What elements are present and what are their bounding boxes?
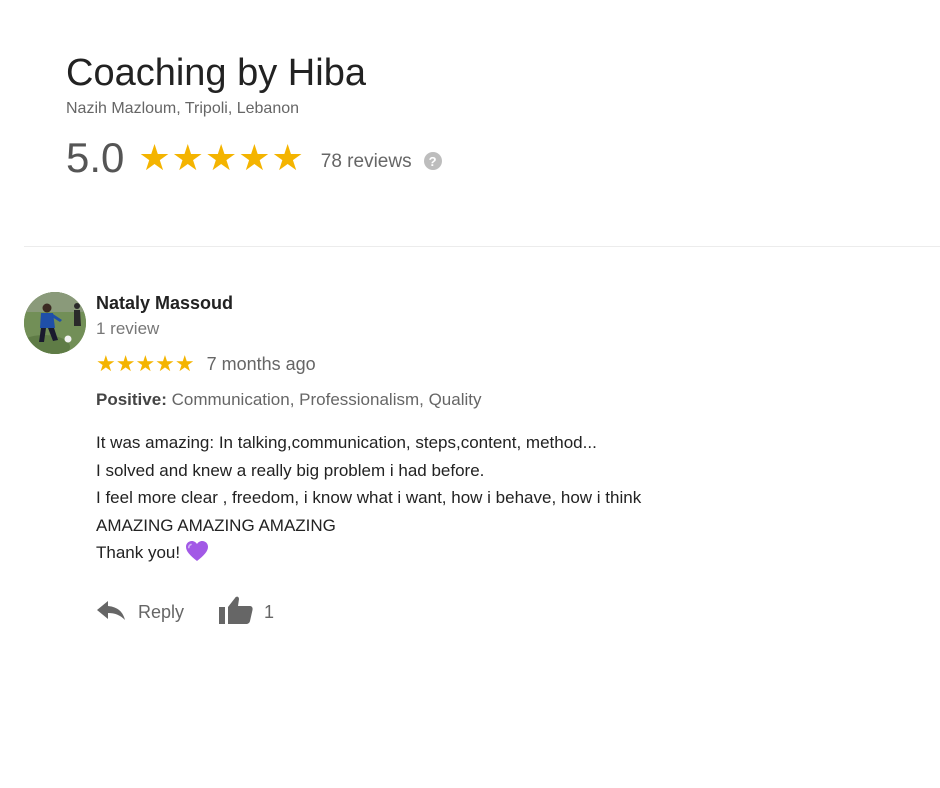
reply-button[interactable]: Reply xyxy=(96,599,184,626)
review-text: It was amazing: In talking,communication… xyxy=(96,429,896,571)
reviewer-review-count: 1 review xyxy=(96,319,160,338)
review-text-line: AMAZING AMAZING AMAZING xyxy=(96,515,336,535)
like-count: 1 xyxy=(264,601,275,622)
review-body: Nataly Massoud 1 review ★★★★★ 7 months a… xyxy=(96,290,896,630)
section-divider xyxy=(24,246,940,247)
avatar-photo xyxy=(24,292,86,354)
reviewer-name-link[interactable]: Nataly Massoud xyxy=(96,290,896,316)
overall-rating-row: 5.0 ★★★★★ 78 reviews ? xyxy=(66,133,442,183)
review-text-line-last: Thank you! xyxy=(96,539,896,571)
review-star-rating: ★★★★★ xyxy=(96,351,195,376)
positive-label: Positive: xyxy=(96,390,167,409)
thumbs-up-icon xyxy=(218,595,254,630)
review-count-link[interactable]: 78 reviews xyxy=(321,151,412,173)
reviewer-avatar[interactable] xyxy=(24,292,86,354)
reply-label: Reply xyxy=(138,601,185,622)
purple-heart-icon xyxy=(185,540,209,571)
positive-attributes: Positive: Communication, Professionalism… xyxy=(96,388,896,412)
reply-arrow-icon xyxy=(96,599,126,626)
positive-values: Communication, Professionalism, Quality xyxy=(171,390,482,409)
review-text-line: I feel more clear , freedom, i know what… xyxy=(96,488,642,507)
review-date: 7 months ago xyxy=(206,353,316,374)
overall-rating-score: 5.0 xyxy=(66,134,125,181)
review-text-line: I solved and knew a really big problem i… xyxy=(96,460,485,480)
business-header: Coaching by Hiba Nazih Mazloum, Tripoli,… xyxy=(66,50,442,183)
like-button[interactable]: 1 xyxy=(218,595,274,630)
help-circle-icon[interactable]: ? xyxy=(423,152,442,170)
overall-star-rating: ★★★★★ xyxy=(138,137,305,178)
review-rating-row: ★★★★★ 7 months ago xyxy=(96,352,896,376)
thank-you-text: Thank you! xyxy=(96,543,181,562)
business-title: Coaching by Hiba xyxy=(66,52,366,94)
reviews-page: Coaching by Hiba Nazih Mazloum, Tripoli,… xyxy=(0,0,940,788)
review-text-line: It was amazing: In talking,communication… xyxy=(96,433,597,452)
business-address: Nazih Mazloum, Tripoli, Lebanon xyxy=(66,100,300,117)
review-actions: Reply 1 xyxy=(96,595,896,630)
